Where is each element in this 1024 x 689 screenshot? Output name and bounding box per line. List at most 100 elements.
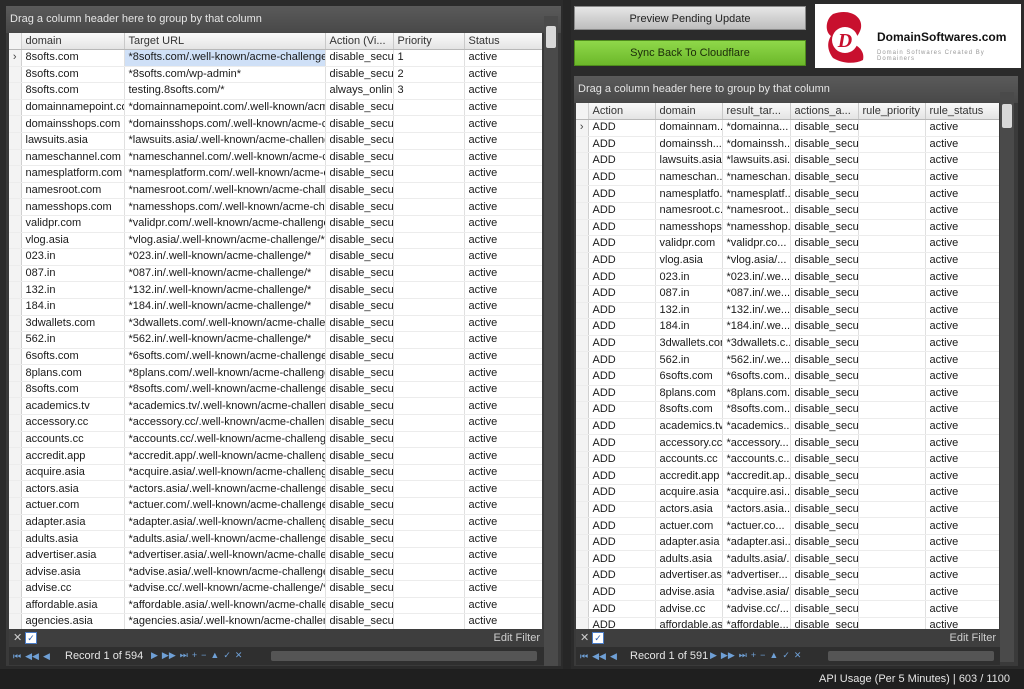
table-cell[interactable]: active	[464, 165, 542, 183]
table-row[interactable]: ADD3dwallets.com*3dwallets.c...disable_s…	[576, 335, 999, 353]
table-cell[interactable]	[858, 584, 926, 602]
table-cell[interactable]: *6softs.com...	[722, 368, 791, 386]
right-group-panel[interactable]: Drag a column header here to group by th…	[574, 76, 1018, 103]
row-indicator[interactable]	[576, 368, 589, 386]
table-cell[interactable]: active	[464, 315, 542, 333]
table-cell[interactable]: agencies.asia	[21, 613, 125, 629]
table-cell[interactable]: disable_secu...	[325, 165, 394, 183]
table-cell[interactable]: active	[464, 132, 542, 150]
table-cell[interactable]: disable_secu...	[790, 584, 859, 602]
table-cell[interactable]: disable_secu...	[325, 265, 394, 283]
table-cell[interactable]: *advise.asia/...	[722, 584, 791, 602]
table-cell[interactable]: ADD	[588, 517, 656, 535]
table-cell[interactable]: disable_secu...	[790, 451, 859, 469]
table-cell[interactable]: actors.asia	[655, 501, 723, 519]
left-vertical-scrollbar[interactable]	[544, 16, 558, 666]
row-indicator[interactable]	[576, 285, 589, 303]
table-cell[interactable]: actors.asia	[21, 480, 125, 499]
row-indicator[interactable]	[9, 132, 22, 150]
table-row[interactable]: ADDadvertiser.asia*advertiser...disable_…	[576, 567, 999, 585]
table-cell[interactable]: ADD	[588, 152, 656, 170]
prev-page-icon[interactable]: ◀◀	[25, 651, 39, 662]
table-cell[interactable]: active	[464, 348, 542, 366]
table-row[interactable]: domainnamepoint.com*domainnamepoint.com/…	[9, 99, 542, 117]
table-cell[interactable]: accredit.app	[655, 467, 723, 486]
row-indicator[interactable]	[9, 397, 22, 416]
table-cell[interactable]: 132.in	[21, 281, 125, 299]
table-cell[interactable]: disable_secu...	[325, 414, 394, 432]
table-cell[interactable]	[393, 232, 465, 250]
table-cell[interactable]: active	[464, 597, 542, 615]
table-cell[interactable]: 087.in	[655, 285, 723, 303]
table-cell[interactable]: active	[925, 484, 999, 502]
table-row[interactable]: ADDnamesroot.c...*namesroot....disable_s…	[576, 202, 999, 220]
table-row[interactable]: 184.in *184.in/.well-known/acme-challenge…	[9, 298, 542, 316]
table-cell[interactable]: validpr.com	[655, 235, 723, 253]
delete-record-icon[interactable]: −	[760, 650, 765, 660]
table-row[interactable]: actuer.com *actuer.com/.well-known/acme-c…	[9, 497, 542, 515]
row-indicator[interactable]	[576, 534, 589, 552]
table-row[interactable]: 8softs.com *8softs.com/.well-known/acme-c…	[9, 381, 542, 399]
table-cell[interactable]: advertiser.asia	[655, 567, 723, 585]
row-indicator[interactable]	[9, 165, 22, 183]
table-cell[interactable]: accounts.cc	[21, 431, 125, 449]
row-indicator[interactable]	[576, 600, 589, 618]
table-cell[interactable]: disable_secu...	[790, 434, 859, 452]
table-cell[interactable]: active	[464, 530, 542, 548]
table-row[interactable]: ADD namesplatfo... *namesplatf... disable_s…	[576, 185, 999, 203]
table-cell[interactable]: ADD	[588, 252, 656, 270]
table-row[interactable]: ADDaccounts.cc*accounts.c...disable_secu…	[576, 451, 999, 469]
row-indicator[interactable]	[9, 497, 22, 515]
table-cell[interactable]	[858, 600, 926, 618]
table-row[interactable]: namesroot.com *namesroot.com/.well-known/…	[9, 182, 542, 200]
table-cell[interactable]: disable_secu...	[790, 351, 859, 369]
column-header[interactable]: domain	[655, 103, 723, 120]
table-row[interactable]: 8softs.com *8softs.com/wp-admin* disable_s…	[9, 66, 542, 84]
table-cell[interactable]: active	[464, 364, 542, 382]
table-cell[interactable]: *advise.asia/.well-known/acme-challenge/…	[124, 563, 326, 581]
table-cell[interactable]: active	[925, 302, 999, 320]
table-cell[interactable]: *8softs.com/.well-known/acme-challenge/*	[124, 49, 326, 67]
table-cell[interactable]	[858, 252, 926, 270]
table-row[interactable]: advise.asia *advise.asia/.well-known/acme…	[9, 563, 542, 581]
table-cell[interactable]: disable_secu...	[325, 613, 394, 629]
table-cell[interactable]: disable_secu...	[325, 431, 394, 449]
table-cell[interactable]: disable_secu...	[325, 597, 394, 615]
table-cell[interactable]	[858, 136, 926, 154]
table-cell[interactable]: *023.in/.well-known/acme-challenge/*	[124, 248, 326, 266]
table-row[interactable]: 6softs.com *6softs.com/.well-known/acme-c…	[9, 348, 542, 366]
table-cell[interactable]	[393, 132, 465, 150]
table-cell[interactable]	[858, 202, 926, 220]
table-cell[interactable]: active	[925, 584, 999, 602]
table-row[interactable]: ADDadvise.asia*advise.asia/...disable_se…	[576, 584, 999, 602]
table-cell[interactable]: *vlog.asia/.well-known/acme-challenge/*	[124, 232, 326, 250]
table-cell[interactable]: disable_secu...	[790, 202, 859, 220]
table-cell[interactable]: affordable.asia	[21, 597, 125, 615]
table-cell[interactable]: ADD	[588, 368, 656, 386]
table-row[interactable]: namesshops.com *namesshops.com/.well-know…	[9, 198, 542, 216]
row-indicator[interactable]	[576, 517, 589, 535]
table-cell[interactable]: disable_secu...	[325, 331, 394, 349]
table-cell[interactable]: active	[464, 232, 542, 250]
table-cell[interactable]: *accounts.cc/.well-known/acme-challenge/…	[124, 431, 326, 449]
confirm-icon[interactable]: ✓	[223, 650, 231, 661]
table-cell[interactable]: disable_secu...	[790, 318, 859, 336]
table-cell[interactable]: *agencies.asia/.well-known/acme-challeng…	[124, 613, 326, 629]
table-cell[interactable]: namesshops...	[655, 219, 723, 237]
table-cell[interactable]	[858, 617, 926, 629]
table-cell[interactable]: disable_secu...	[325, 298, 394, 316]
row-indicator[interactable]	[576, 252, 589, 270]
table-cell[interactable]: active	[464, 547, 542, 565]
table-cell[interactable]: active	[925, 235, 999, 253]
right-vertical-scrollbar[interactable]	[1000, 92, 1014, 662]
table-cell[interactable]	[393, 248, 465, 266]
table-cell[interactable]: *advertiser...	[722, 567, 791, 585]
row-indicator[interactable]	[576, 136, 589, 154]
table-cell[interactable]	[393, 497, 465, 515]
table-cell[interactable]: advise.asia	[655, 584, 723, 602]
row-indicator[interactable]	[9, 315, 22, 333]
table-cell[interactable]: actuer.com	[655, 517, 723, 535]
table-cell[interactable]: *namesroot....	[722, 202, 791, 220]
table-row[interactable]: acquire.asia *acquire.asia/.well-known/ac…	[9, 464, 542, 482]
table-cell[interactable]: active	[925, 600, 999, 618]
